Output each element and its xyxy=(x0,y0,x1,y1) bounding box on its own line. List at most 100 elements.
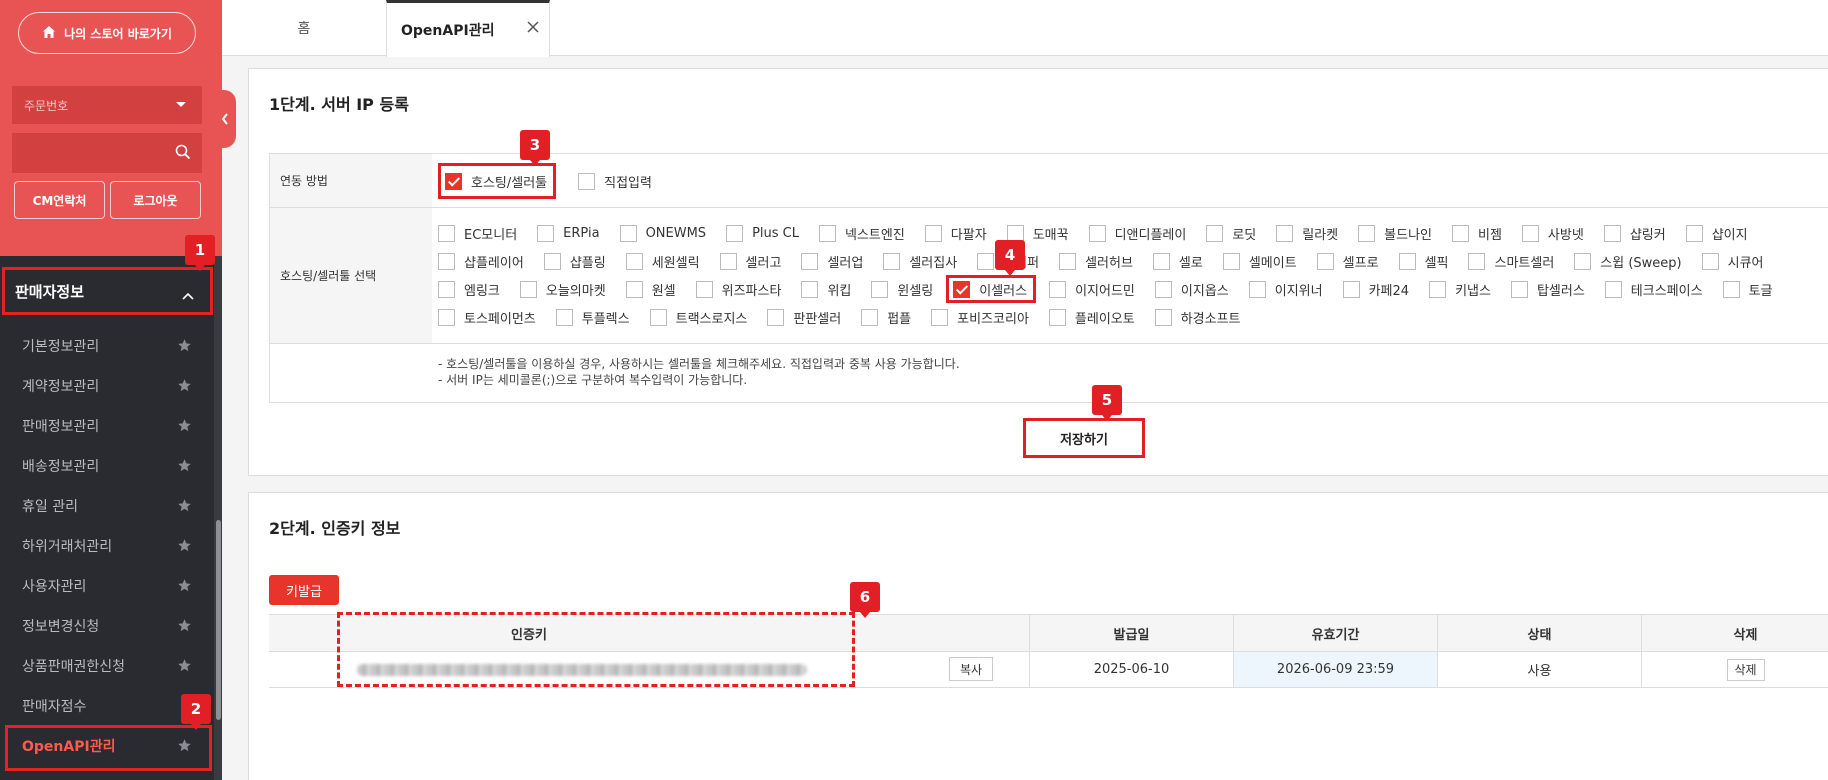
tool-checkbox[interactable]: 테크스페이스 xyxy=(1604,275,1703,303)
tool-checkbox[interactable]: 시큐어 xyxy=(1701,247,1764,275)
tool-checkbox[interactable]: 샵플레이어 xyxy=(438,247,524,275)
tool-checkbox[interactable]: 토글 xyxy=(1722,275,1772,303)
checkbox-icon[interactable] xyxy=(1049,280,1067,298)
checkbox-icon[interactable] xyxy=(619,224,637,242)
tool-checkbox[interactable]: 하경소프트 xyxy=(1154,303,1241,331)
checkbox-icon[interactable] xyxy=(801,252,819,270)
tool-checkbox[interactable]: 트랙스로지스 xyxy=(649,303,747,331)
tool-checkbox[interactable]: 릴라켓 xyxy=(1276,219,1338,247)
checkbox-icon[interactable] xyxy=(924,224,942,242)
checkbox-icon[interactable] xyxy=(1088,224,1106,242)
tool-checkbox[interactable]: 판판셀러 xyxy=(767,303,841,331)
checkbox-icon[interactable] xyxy=(578,172,596,190)
tool-checkbox[interactable]: 이지어드민 xyxy=(1049,275,1135,303)
tool-checkbox[interactable]: 엠링크 xyxy=(438,275,500,303)
tool-checkbox[interactable]: 오늘의마켓 xyxy=(519,275,606,303)
tool-checkbox[interactable]: 탑셀러스 xyxy=(1510,275,1585,303)
checkbox-icon[interactable] xyxy=(1342,280,1360,298)
tool-checkbox[interactable]: 스윕 (Sweep) xyxy=(1574,247,1682,275)
star-icon[interactable] xyxy=(177,618,192,637)
sidebar-item[interactable]: 기본정보관리 xyxy=(0,326,212,366)
checkbox-icon[interactable] xyxy=(1276,224,1294,242)
checkbox-icon[interactable] xyxy=(519,280,537,298)
star-icon[interactable] xyxy=(177,538,192,557)
checkbox-icon[interactable] xyxy=(1059,252,1077,270)
tool-checkbox[interactable]: 넥스트엔진 xyxy=(818,219,905,247)
checkbox-icon[interactable] xyxy=(1398,252,1416,270)
delete-button[interactable]: 삭제 xyxy=(1726,658,1765,681)
tab-openapi[interactable]: OpenAPI관리 xyxy=(386,0,550,57)
tool-checkbox[interactable]: 플레이오토 xyxy=(1048,303,1135,331)
checkbox-icon[interactable] xyxy=(1603,224,1621,242)
checkbox-icon[interactable] xyxy=(719,252,737,270)
sidebar-item[interactable]: 사용자관리 xyxy=(0,566,212,606)
copy-button[interactable]: 복사 xyxy=(949,657,993,681)
tool-checkbox[interactable]: 로딧 xyxy=(1206,219,1256,247)
checkbox-icon[interactable] xyxy=(726,224,744,242)
close-icon[interactable] xyxy=(527,21,539,37)
tab-home[interactable]: 홈 xyxy=(222,0,386,56)
checkbox-icon[interactable] xyxy=(625,252,643,270)
tool-checkbox[interactable]: ONEWMS xyxy=(619,219,706,247)
sidebar-item[interactable]: 휴일 관리 xyxy=(0,486,212,526)
checkbox-icon[interactable] xyxy=(801,280,819,298)
checkbox-icon[interactable] xyxy=(1152,252,1170,270)
tool-checkbox[interactable]: 포비즈코리아 xyxy=(931,303,1029,331)
search-icon[interactable] xyxy=(175,144,191,164)
tool-checkbox[interactable]: 다팔자 xyxy=(924,219,987,247)
tool-checkbox[interactable]: 키냅스 xyxy=(1429,275,1491,303)
tool-checkbox[interactable]: 펍플 xyxy=(861,303,911,331)
tool-checkbox[interactable]: 위킵 xyxy=(801,275,851,303)
tool-checkbox[interactable]: 볼드나인 xyxy=(1358,219,1432,247)
tool-checkbox[interactable]: 사방넷 xyxy=(1521,219,1584,247)
tool-checkbox[interactable]: 샵링커 xyxy=(1603,219,1666,247)
tool-checkbox[interactable]: 셀러집사 xyxy=(883,247,957,275)
checkbox-icon[interactable] xyxy=(818,224,836,242)
checkbox-icon[interactable] xyxy=(445,172,462,190)
checkbox-icon[interactable] xyxy=(438,224,455,242)
checkbox-icon[interactable] xyxy=(1604,280,1622,298)
save-button[interactable]: 저장하기 xyxy=(1023,418,1145,458)
checkbox-icon[interactable] xyxy=(871,280,889,298)
checkbox-icon[interactable] xyxy=(1510,280,1528,298)
checkbox-icon[interactable] xyxy=(1222,252,1240,270)
star-icon[interactable] xyxy=(177,658,192,677)
checkbox-icon[interactable] xyxy=(883,252,901,270)
tool-checkbox[interactable]: 세원셀릭 xyxy=(625,247,700,275)
checkbox-icon[interactable] xyxy=(1358,224,1376,242)
checkbox-icon[interactable] xyxy=(695,280,713,298)
tool-checkbox[interactable]: 샵이지 xyxy=(1685,219,1748,247)
tool-checkbox[interactable]: 이셀러스 xyxy=(946,275,1037,303)
tool-checkbox[interactable]: EC모니터 xyxy=(438,219,517,247)
checkbox-icon[interactable] xyxy=(931,308,949,326)
issue-key-button[interactable]: 키발급 xyxy=(269,575,339,605)
tool-checkbox[interactable]: 셀픽 xyxy=(1398,247,1448,275)
checkbox-icon[interactable] xyxy=(1429,280,1447,298)
checkbox-icon[interactable] xyxy=(1521,224,1539,242)
tool-checkbox[interactable]: ERPia xyxy=(537,219,600,247)
tool-checkbox[interactable]: 토스페이먼츠 xyxy=(438,303,536,331)
sidebar-item[interactable]: 하위거래처관리 xyxy=(0,526,212,566)
checkbox-icon[interactable] xyxy=(1685,224,1703,242)
checkbox-icon[interactable] xyxy=(1452,224,1469,242)
checkbox-icon[interactable] xyxy=(438,308,455,326)
star-icon[interactable] xyxy=(177,498,192,517)
checkbox-icon[interactable] xyxy=(438,280,455,298)
my-store-button[interactable]: 나의 스토어 바로가기 xyxy=(18,12,196,54)
checkbox-icon[interactable] xyxy=(977,252,995,270)
tool-checkbox[interactable]: 윈셀링 xyxy=(871,275,933,303)
tool-checkbox[interactable]: 이지옵스 xyxy=(1154,275,1229,303)
seller-info-section-toggle[interactable]: 판매자정보 xyxy=(2,267,213,315)
order-number-select[interactable]: 주문번호 xyxy=(12,86,202,124)
checkbox-icon[interactable] xyxy=(1154,308,1172,326)
checkbox-icon[interactable] xyxy=(1701,252,1719,270)
checkbox-icon[interactable] xyxy=(861,308,879,326)
checkbox-icon[interactable] xyxy=(649,308,667,326)
star-icon[interactable] xyxy=(177,338,192,357)
tool-checkbox[interactable]: 셀로 xyxy=(1152,247,1203,275)
sidebar-scrollbar-thumb[interactable] xyxy=(216,520,221,720)
sidebar-item[interactable]: 배송정보관리 xyxy=(0,446,212,486)
tool-checkbox[interactable]: 셀러업 xyxy=(801,247,863,275)
checkbox-icon[interactable] xyxy=(438,252,455,270)
sidebar-item[interactable]: 상품판매권한신청 xyxy=(0,646,212,686)
